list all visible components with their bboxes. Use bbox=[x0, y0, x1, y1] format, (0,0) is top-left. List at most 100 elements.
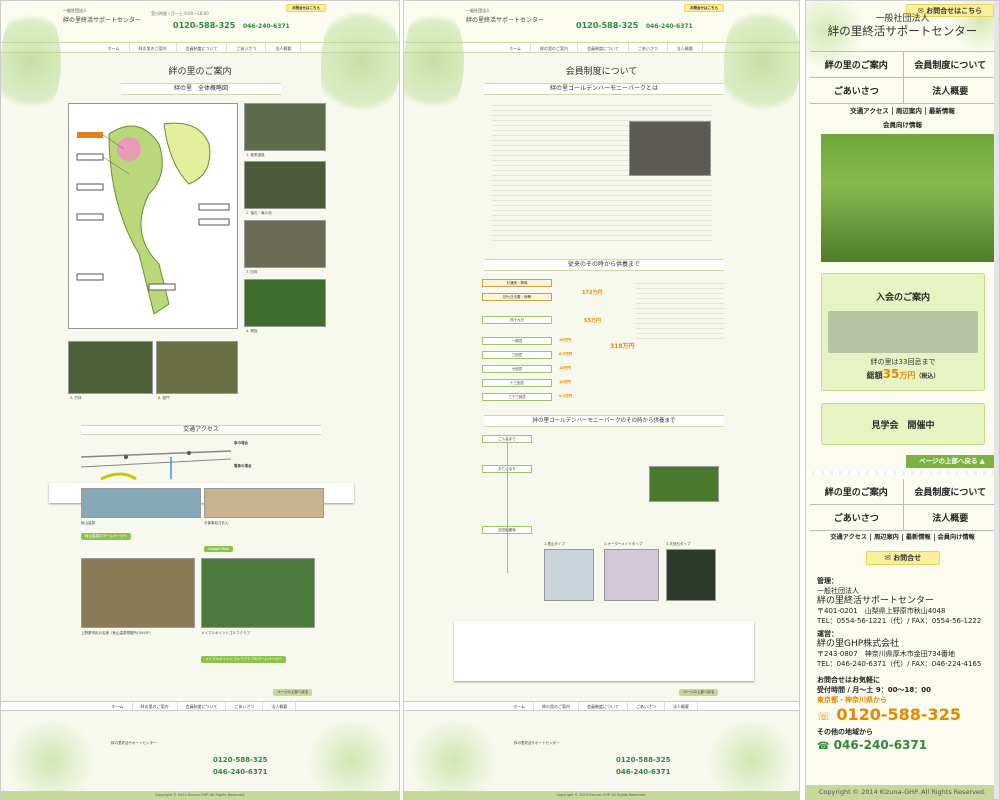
join-card-title: 入会のご案内 bbox=[875, 293, 930, 303]
footer-nav-greeting[interactable]: ごあいさつ bbox=[226, 702, 264, 710]
footer-subnav-members[interactable]: 会員向け情報 bbox=[935, 534, 978, 541]
nav-home[interactable]: ホーム bbox=[99, 43, 130, 52]
footer-subnav-access[interactable]: 交通アクセス bbox=[827, 534, 872, 541]
nav-guide[interactable]: 絆の里のご案内 bbox=[531, 43, 578, 52]
foliage-bottom-right bbox=[301, 721, 399, 799]
footer-subnav-news[interactable]: 最新情報 bbox=[902, 534, 935, 541]
cost-1: 10万円 bbox=[559, 338, 571, 342]
flow-step-first7: 初七日法要・納骨 bbox=[482, 293, 552, 301]
subnav-access[interactable]: 交通アクセス bbox=[847, 107, 893, 115]
phone-icon: ☎ bbox=[817, 741, 830, 752]
nav-membership[interactable]: 会員制度について bbox=[578, 43, 629, 52]
nav-corporate[interactable]: 法人概要 bbox=[668, 43, 703, 52]
footer-management: 管理： 一般社団法人 絆の里終活サポートセンター 〒401-0201 山梨県上野… bbox=[817, 576, 997, 755]
footer-nav-guide[interactable]: 絆の里のご案内 bbox=[133, 702, 178, 710]
nav-home[interactable]: ホーム bbox=[500, 43, 531, 52]
tel-number[interactable]: ☎ 046-240-6371 bbox=[817, 737, 997, 755]
page-zoom-screenshot: ✉ お問合せはこちら 一般社団法人 絆の里終活サポートセンター 絆の里のご案内 … bbox=[805, 0, 1000, 800]
photo-caption-4: 4. 看板 bbox=[246, 329, 258, 333]
google-map-button[interactable]: Google Map bbox=[204, 546, 233, 552]
subnav-news[interactable]: 最新情報 bbox=[926, 107, 958, 115]
footer-nav-home[interactable]: ホーム bbox=[505, 702, 534, 710]
nav-corporate[interactable]: 法人概要 bbox=[903, 78, 997, 104]
header-contact-button[interactable]: お問合せはこちら bbox=[286, 4, 326, 12]
plate-type-1: 1.里山タイプ bbox=[544, 542, 565, 546]
footer-nav-greeting[interactable]: ごあいさつ bbox=[628, 702, 665, 710]
footer-nav-guide[interactable]: 絆の里のご案内 bbox=[810, 479, 904, 505]
join-card-photo bbox=[828, 311, 978, 353]
header-contact-button[interactable]: お問合せはこちら bbox=[684, 4, 724, 12]
freedial-text: 0120-588-325 bbox=[836, 705, 961, 724]
photo-caption-3: 3. 四阿 bbox=[246, 270, 258, 274]
page-top-button[interactable]: ページの上部へ戻る bbox=[273, 689, 313, 696]
section-ghp-title: 絆の里ゴールデンハーモニーパークのその時から供養まで bbox=[484, 415, 724, 427]
main-nav-zoom: 絆の里のご案内 会員制度について ごあいさつ 法人概要 bbox=[810, 51, 997, 104]
flow-step-13: 十三回忌 bbox=[482, 379, 552, 387]
nav-corporate[interactable]: 法人概要 bbox=[266, 43, 302, 52]
subnav-area[interactable]: 周辺案内 bbox=[892, 107, 926, 115]
photo-5 bbox=[68, 341, 153, 394]
subnav-members[interactable]: 会員向け情報 bbox=[880, 121, 925, 129]
footer-nav-membership[interactable]: 会員制度について bbox=[903, 479, 997, 505]
plate-stone-photo bbox=[666, 549, 716, 601]
cost-49: 55万円 bbox=[584, 318, 601, 324]
footer-contact-button[interactable]: ✉ お問合せ bbox=[866, 551, 940, 565]
footer-nav-guide[interactable]: 絆の里のご案内 bbox=[534, 702, 579, 710]
footer-nav-membership[interactable]: 会員制度について bbox=[178, 702, 227, 710]
footer-nav-corporate[interactable]: 法人概要 bbox=[903, 505, 997, 531]
card-title-shop: 上野原市民の名産（秋山温泉物販所OSHOP） bbox=[81, 631, 153, 635]
footer-nav-greeting[interactable]: ごあいさつ bbox=[810, 505, 904, 531]
page-top-label: ページの上部へ戻る bbox=[919, 457, 978, 465]
footer-nav-home[interactable]: ホーム bbox=[104, 702, 133, 710]
hero-lawn-photo bbox=[821, 134, 999, 262]
footer-nav-corporate[interactable]: 法人概要 bbox=[263, 702, 297, 710]
access-map bbox=[81, 450, 231, 481]
page-top-button[interactable]: ページの上部へ戻る ▲ bbox=[906, 455, 998, 468]
photo-caption-5: 5. 竹林 bbox=[70, 396, 82, 400]
logo-name[interactable]: 絆の里終活サポートセンター bbox=[466, 15, 544, 24]
page-top-button[interactable]: ページの上部へ戻る bbox=[679, 689, 719, 696]
photo-2 bbox=[244, 161, 326, 209]
nav-greeting[interactable]: ごあいさつ bbox=[629, 43, 668, 52]
tour-card[interactable]: 見学会 開催中 bbox=[821, 403, 985, 445]
card-title-golf: メイプルポイントゴルフクラブ bbox=[201, 631, 250, 635]
overview-map bbox=[68, 103, 238, 329]
scrollbar[interactable] bbox=[994, 1, 999, 799]
nav-guide[interactable]: 絆の里のご案内 bbox=[130, 43, 177, 52]
plate-type-3: 3.天然石タイプ bbox=[666, 542, 691, 546]
photo-6 bbox=[156, 341, 238, 394]
freedial-number[interactable]: ☏ 0120-588-325 bbox=[817, 705, 997, 727]
golf-homepage-button[interactable]: メイプルポイントゴルフクラブのホームページへ bbox=[201, 656, 286, 663]
flow-step-7: 七回忌 bbox=[482, 365, 552, 373]
footer-nav-corporate[interactable]: 法人概要 bbox=[665, 702, 698, 710]
join-card-line1: 絆の里は33回忌まで bbox=[870, 358, 936, 366]
access-by-car: 車の場合 bbox=[234, 441, 324, 446]
footer-company: 絆の里終活サポートセンター bbox=[514, 741, 560, 746]
nav-membership[interactable]: 会員制度について bbox=[177, 43, 228, 52]
join-card[interactable]: 入会のご案内 絆の里は33回忌まで 総額35万円（税込） bbox=[821, 273, 985, 391]
logo-name[interactable]: 絆の里終活サポートセンター bbox=[63, 15, 141, 24]
footer-nav: ホーム 絆の里のご案内 会員制度について ごあいさつ 法人概要 bbox=[404, 701, 799, 711]
mgmt-name: 絆の里終活サポートセンター bbox=[817, 596, 935, 606]
join-card-price: 35 bbox=[882, 367, 900, 381]
footer-nav: ホーム 絆の里のご案内 会員制度について ごあいさつ 法人概要 bbox=[1, 701, 399, 711]
nav-greeting[interactable]: ごあいさつ bbox=[227, 43, 267, 52]
nav-membership[interactable]: 会員制度について bbox=[903, 52, 997, 78]
onsen-homepage-button[interactable]: 秋山温泉のホームページへ bbox=[81, 533, 131, 540]
area-other: その他の地域から bbox=[817, 728, 873, 736]
section-traditional-title: 従来のその時から供養まで bbox=[484, 259, 724, 271]
footer-freedial: 0120-588-325 bbox=[616, 756, 671, 764]
logo-name[interactable]: 絆の里終活サポートセンター bbox=[806, 23, 999, 39]
freedial-icon: ☏ bbox=[817, 710, 831, 723]
mgmt-address: 〒401-0201 山梨県上野原市秋山4048 bbox=[817, 607, 946, 615]
inquiry-hours: 受付時間 / 月～土 9：00～18：00 bbox=[817, 686, 931, 694]
footer-nav-zoom: 絆の里のご案内 会員制度について ごあいさつ 法人概要 bbox=[810, 479, 997, 531]
flow-step-3: 三回忌 bbox=[482, 351, 552, 359]
header-tel: 046-240-6371 bbox=[646, 23, 693, 30]
plate-satoyama-photo bbox=[544, 549, 594, 601]
footer-nav-membership[interactable]: 会員制度について bbox=[579, 702, 628, 710]
nav-greeting[interactable]: ごあいさつ bbox=[810, 78, 904, 104]
nav-guide[interactable]: 絆の里のご案内 bbox=[810, 52, 904, 78]
footer-subnav-area[interactable]: 周辺案内 bbox=[871, 534, 903, 541]
foliage-left bbox=[1, 1, 61, 121]
